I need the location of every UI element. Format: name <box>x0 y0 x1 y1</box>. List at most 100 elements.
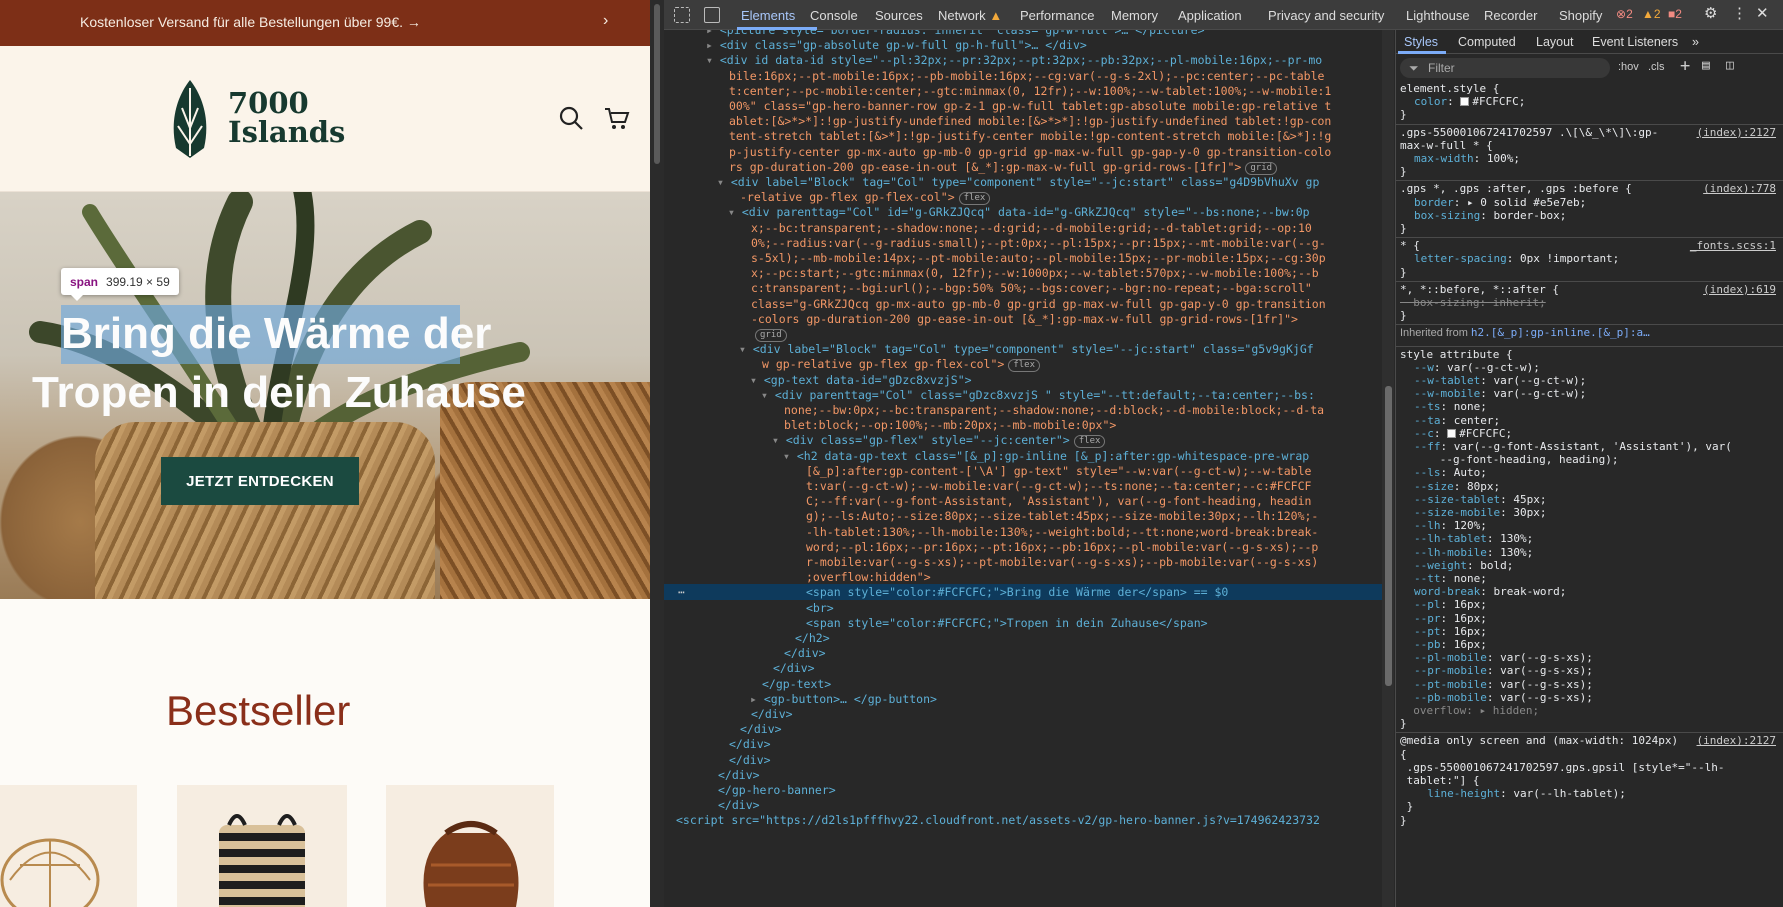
tab-network[interactable]: Network ▲ <box>938 8 1002 23</box>
css-value[interactable]: bold; <box>1480 559 1513 572</box>
scrollbar-thumb[interactable] <box>654 4 660 164</box>
dom-node-line[interactable]: -relative gp-flex gp-flex-col"> flex <box>664 189 1382 206</box>
css-declaration[interactable]: --size-mobile: 30px; <box>1396 506 1783 520</box>
cls-toggle[interactable]: .cls <box>1648 61 1665 73</box>
css-selector[interactable]: *, *::before, *::after {(index):619 <box>1396 283 1783 297</box>
css-declaration[interactable]: --pr: 16px; <box>1396 612 1783 626</box>
dom-node-line[interactable]: w gp-relative gp-flex gp-flex-col"> flex <box>664 356 1382 373</box>
dom-node-line[interactable]: ▾ <div parenttag="Col" class="gDzc8xvzjS… <box>664 387 1382 403</box>
scrollbar-thumb[interactable] <box>1385 386 1392 686</box>
more-vertical-icon[interactable]: ⋮ <box>1732 4 1747 22</box>
css-property[interactable]: line-height <box>1400 787 1500 800</box>
css-value[interactable]: 100%; <box>1487 152 1520 165</box>
inspect-element-icon[interactable] <box>674 7 690 23</box>
warning-badge[interactable]: ▲2 <box>1642 7 1661 21</box>
css-property[interactable]: --pb-mobile <box>1400 691 1487 704</box>
dom-node-line[interactable]: -colors gp-duration-200 gp-ease-in-out [… <box>664 311 1382 327</box>
css-value[interactable]: var(--g-ct-w); <box>1447 361 1540 374</box>
css-property[interactable]: --size-tablet <box>1400 493 1500 506</box>
css-declaration[interactable]: --lh-tablet: 130%; <box>1396 532 1783 546</box>
tab-privacy-security[interactable]: Privacy and security <box>1268 8 1384 23</box>
cart-icon[interactable] <box>603 104 631 132</box>
dom-node-line[interactable]: </gp-text> <box>664 676 1382 692</box>
css-declaration[interactable]: --weight: bold; <box>1396 559 1783 573</box>
css-value[interactable]: var(--g-s-xs); <box>1500 664 1593 677</box>
css-declaration[interactable]: --c: #FCFCFC; <box>1396 427 1783 441</box>
css-property[interactable]: --c <box>1400 427 1434 440</box>
dom-node-line[interactable]: </div> <box>664 660 1382 676</box>
gear-icon[interactable]: ⚙ <box>1704 4 1717 22</box>
css-property[interactable]: --w-mobile <box>1400 387 1480 400</box>
css-value[interactable]: var(--lh-tablet); <box>1513 787 1626 800</box>
css-value[interactable]: ▸ 0 solid #e5e7eb; <box>1467 196 1586 209</box>
css-property[interactable]: --pl <box>1400 598 1441 611</box>
css-value[interactable]: 45px; <box>1513 493 1546 506</box>
css-value[interactable]: var(--g-s-xs); <box>1500 651 1593 664</box>
discover-button[interactable]: JETZT ENTDECKEN <box>161 457 359 505</box>
css-property[interactable]: box-sizing <box>1400 209 1480 222</box>
dom-node-line[interactable]: <br> <box>664 600 1382 616</box>
tab-application[interactable]: Application <box>1178 8 1242 23</box>
css-selector[interactable]: .gps *, .gps :after, .gps :before {(inde… <box>1396 182 1783 196</box>
css-value[interactable]: 80px; <box>1467 480 1500 493</box>
css-property[interactable]: --pr-mobile <box>1400 664 1487 677</box>
css-line[interactable]: } <box>1396 222 1783 236</box>
css-property[interactable]: max-width <box>1400 152 1474 165</box>
css-declaration[interactable]: --size: 80px; <box>1396 480 1783 494</box>
css-value[interactable]: #FCFCFC; <box>1459 427 1512 440</box>
source-link[interactable]: (index):2127 <box>1697 734 1776 748</box>
dom-node-line[interactable]: </div> <box>664 797 1382 813</box>
css-line[interactable]: box-sizing: inherit; <box>1396 296 1783 310</box>
page-scrollbar[interactable] <box>650 0 664 907</box>
css-property[interactable]: --pr <box>1400 612 1441 625</box>
css-line[interactable]: --g-font-heading, heading); <box>1396 453 1783 467</box>
css-value[interactable]: var(--g-ct-w); <box>1493 374 1586 387</box>
dom-node-line[interactable]: </div> <box>664 752 1382 768</box>
css-selector[interactable]: tablet:"] { <box>1396 774 1783 788</box>
dom-node-line[interactable]: </div> <box>664 645 1382 661</box>
css-value[interactable]: Auto; <box>1454 466 1487 479</box>
css-selector[interactable]: .gps-550001067241702597 .\[\&_\*\]\:gp- (… <box>1396 126 1783 140</box>
css-declaration[interactable]: --w-mobile: var(--g-ct-w); <box>1396 387 1783 401</box>
dom-node-line[interactable]: 0%;--radius:var(--g-radius-small);--pt:0… <box>664 235 1382 251</box>
css-value[interactable]: break-word; <box>1493 585 1566 598</box>
css-value[interactable]: 30px; <box>1513 506 1546 519</box>
css-value[interactable]: 16px; <box>1454 598 1487 611</box>
css-selector[interactable]: element.style { <box>1396 82 1783 96</box>
css-property[interactable]: letter-spacing <box>1400 252 1507 265</box>
css-value[interactable]: center; <box>1454 414 1500 427</box>
css-line[interactable]: } <box>1396 108 1783 122</box>
dom-node-line[interactable]: ▾ <h2 data-gp-text class="[&_p]:gp-inlin… <box>664 448 1382 464</box>
css-property[interactable]: --tt <box>1400 572 1441 585</box>
tab-computed[interactable]: Computed <box>1458 35 1516 49</box>
tab-memory[interactable]: Memory <box>1111 8 1158 23</box>
inherited-header[interactable]: Inherited from h2.[&_p]:gp-inline.[&_p]:… <box>1396 326 1783 340</box>
dom-node-line[interactable]: bile:16px;--pt-mobile:16px;--pb-mobile:1… <box>664 68 1382 84</box>
chevron-right-icon[interactable]: › <box>603 12 608 30</box>
dom-node-line[interactable]: -lh-tablet:130%;--lh-mobile:130%;--weigh… <box>664 524 1382 540</box>
css-property[interactable]: --w <box>1400 361 1434 374</box>
css-declaration[interactable]: --w: var(--g-ct-w); <box>1396 361 1783 375</box>
css-property[interactable]: --ts <box>1400 400 1441 413</box>
css-line[interactable]: } <box>1396 800 1783 814</box>
css-property[interactable]: --w-tablet <box>1400 374 1480 387</box>
source-link[interactable]: (index):619 <box>1703 283 1776 297</box>
css-declaration[interactable]: --pt: 16px; <box>1396 625 1783 639</box>
dom-node-line[interactable]: ▸ <div class="gp-absolute gp-w-full gp-h… <box>664 37 1382 53</box>
source-link[interactable]: (index):2127 <box>1697 126 1776 140</box>
css-property[interactable]: --weight <box>1400 559 1467 572</box>
css-declaration[interactable]: --ls: Auto; <box>1396 466 1783 480</box>
css-property[interactable]: --pl-mobile <box>1400 651 1487 664</box>
css-line[interactable]: } <box>1396 165 1783 179</box>
css-line[interactable]: } <box>1396 717 1783 731</box>
dom-node-line[interactable]: </gp-hero-banner> <box>664 782 1382 798</box>
css-selector[interactable]: style attribute { <box>1396 348 1783 362</box>
css-declaration[interactable]: letter-spacing: 0px !important; <box>1396 252 1783 266</box>
css-declaration[interactable]: max-width: 100%; <box>1396 152 1783 166</box>
css-property[interactable]: --size-mobile <box>1400 506 1500 519</box>
tab-layout[interactable]: Layout <box>1536 35 1574 49</box>
css-declaration[interactable]: --ta: center; <box>1396 414 1783 428</box>
dom-node-line[interactable]: blet:block;--op:100%;--mb:20px;--mb-mobi… <box>664 417 1382 433</box>
layout-badge[interactable]: flex <box>958 192 991 206</box>
css-property[interactable]: --lh-mobile <box>1400 546 1487 559</box>
